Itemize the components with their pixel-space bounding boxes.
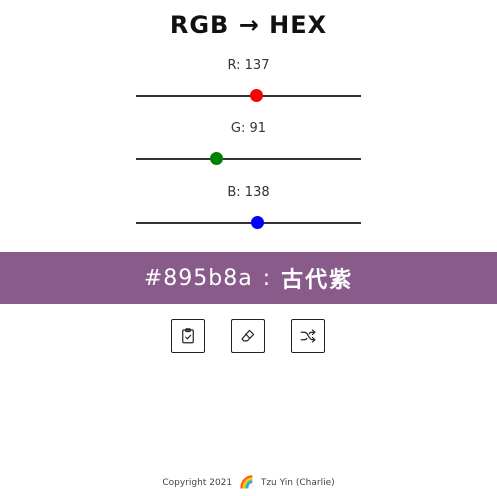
- footer: Copyright 2021 🌈 Tzu Yin (Charlie): [0, 475, 497, 490]
- red-slider-thumb[interactable]: [250, 89, 264, 102]
- green-value-label: G: 91: [230, 121, 267, 136]
- app-page: RGB → HEX R: 137 G: 91 B: 138 #895b8a : …: [0, 0, 497, 496]
- random-button[interactable]: [291, 319, 325, 353]
- shuffle-icon: [300, 329, 316, 343]
- copy-button[interactable]: [171, 319, 205, 353]
- green-slider-label: G: 91: [0, 121, 497, 137]
- red-slider[interactable]: [136, 89, 361, 102]
- eraser-icon: [241, 329, 255, 342]
- blue-slider-track: [136, 222, 361, 224]
- clear-button[interactable]: [231, 319, 265, 353]
- red-slider-track: [136, 95, 361, 97]
- copyright-text: Copyright 2021: [162, 478, 233, 488]
- red-slider-label: R: 137: [0, 58, 497, 74]
- green-slider[interactable]: [136, 152, 361, 165]
- rainbow-icon: 🌈: [239, 475, 254, 489]
- result-separator: :: [262, 265, 272, 291]
- blue-value-label: B: 138: [227, 185, 270, 200]
- color-result-band: #895b8a : 古代紫: [0, 252, 497, 304]
- green-slider-thumb[interactable]: [209, 152, 223, 165]
- clipboard-check-icon: [182, 328, 194, 344]
- author-link[interactable]: Tzu Yin (Charlie): [261, 478, 335, 488]
- blue-slider-thumb[interactable]: [251, 216, 265, 229]
- hex-code: #895b8a: [143, 265, 253, 291]
- page-title: RGB → HEX: [169, 11, 328, 39]
- blue-slider-label: B: 138: [0, 185, 497, 201]
- color-name: 古代紫: [281, 268, 354, 293]
- green-slider-track: [136, 158, 361, 160]
- red-value-label: R: 137: [227, 58, 270, 73]
- blue-slider[interactable]: [136, 216, 361, 229]
